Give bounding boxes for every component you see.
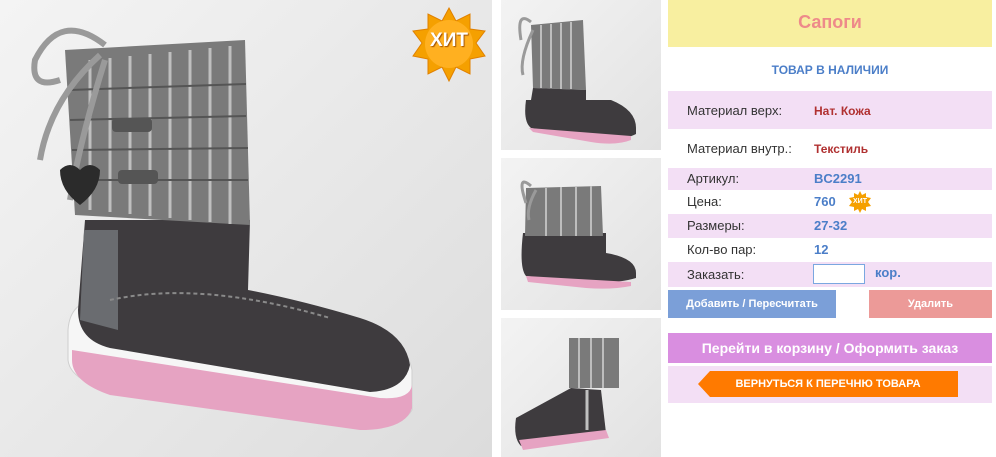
hit-badge-label: ХИТ [430, 30, 468, 51]
spec-label-pairs: Кол-во пар: [687, 242, 757, 257]
spec-value-material-inner: Текстиль [814, 142, 869, 156]
main-product-photo[interactable]: ХИТ [0, 0, 492, 457]
spec-row-sizes: Размеры: 27-32 [668, 214, 992, 238]
add-recalculate-button[interactable]: Добавить / Пересчитать [668, 290, 836, 318]
back-to-list-button[interactable]: ВЕРНУТЬСЯ К ПЕРЕЧНЮ ТОВАРА [698, 371, 958, 397]
spec-value-material-upper: Нат. Кожа [814, 104, 871, 118]
spec-value-price: 760 [814, 194, 836, 209]
spec-value-sizes: 27-32 [814, 218, 848, 233]
spec-row-article: Артикул: BC2291 [668, 168, 992, 190]
thumbnail-3[interactable] [501, 318, 661, 457]
spec-row-pairs: Кол-во пар: 12 [668, 238, 992, 262]
spec-label-price: Цена: [687, 194, 722, 209]
stock-status: ТОВАР В НАЛИЧИИ [771, 63, 889, 77]
back-to-list-label: ВЕРНУТЬСЯ К ПЕРЕЧНЮ ТОВАРА [735, 378, 921, 390]
price-hit-badge-label: ХИТ [853, 198, 867, 205]
thumbnail-1[interactable] [501, 0, 661, 150]
spec-row-material-upper: Материал верх: Нат. Кожа [668, 91, 992, 129]
thumbnail-2[interactable] [501, 158, 661, 310]
spec-value-article: BC2291 [814, 171, 862, 186]
order-unit-label: кор. [875, 265, 901, 280]
spec-value-pairs: 12 [814, 242, 829, 257]
back-button-row: ВЕРНУТЬСЯ К ПЕРЕЧНЮ ТОВАРА [668, 366, 992, 403]
spec-row-price: Цена: 760 ХИТ [668, 190, 992, 214]
delete-button[interactable]: Удалить [869, 290, 992, 318]
hit-badge: ХИТ [410, 6, 488, 84]
spec-label-material-inner: Материал внутр.: [687, 141, 792, 156]
product-title: Сапоги [798, 12, 862, 32]
spec-row-material-inner: Материал внутр.: Текстиль [668, 131, 992, 169]
spec-label-article: Артикул: [687, 171, 740, 186]
title-bar: Сапоги [668, 0, 992, 47]
spec-label-order: Заказать: [687, 267, 745, 282]
spec-label-sizes: Размеры: [687, 218, 745, 233]
spec-label-material-upper: Материал верх: [687, 103, 783, 118]
spec-row-order: Заказать: кор. [668, 262, 992, 287]
price-hit-badge: ХИТ [849, 191, 871, 213]
go-to-cart-button[interactable]: Перейти в корзину / Оформить заказ [668, 333, 992, 363]
order-quantity-input[interactable] [813, 264, 865, 284]
